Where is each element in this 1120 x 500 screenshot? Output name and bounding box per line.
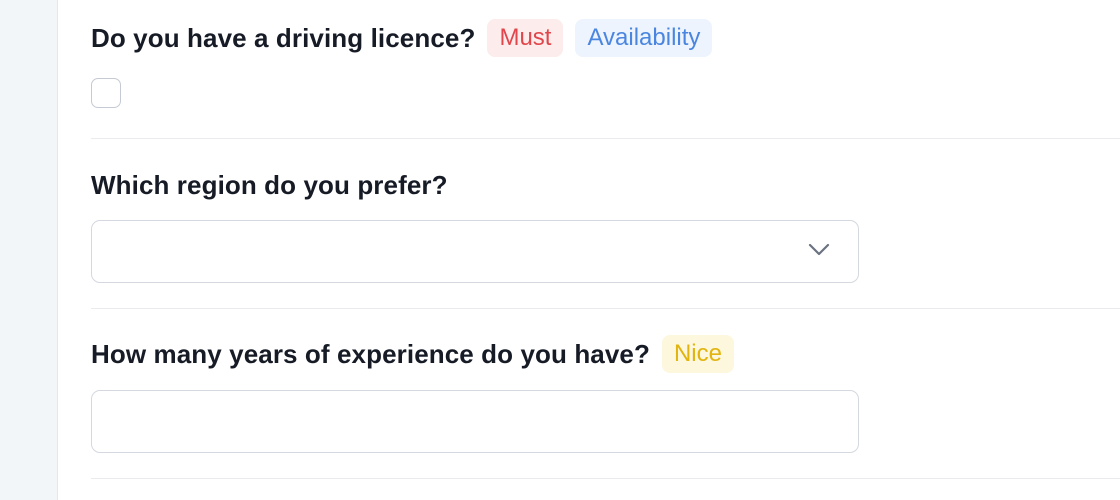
question-region: Which region do you prefer? (91, 165, 1120, 205)
chevron-down-icon (808, 243, 830, 256)
region-select[interactable] (91, 220, 859, 283)
divider (91, 308, 1120, 309)
driving-licence-checkbox[interactable] (91, 78, 121, 108)
questionnaire-form: Do you have a driving licence? Must Avai… (91, 0, 1120, 500)
question-title: Which region do you prefer? (91, 169, 448, 200)
tag-nice: Nice (661, 335, 734, 373)
question-title-row: Do you have a driving licence? Must Avai… (91, 18, 1120, 58)
question-title-row: Which region do you prefer? (91, 165, 1120, 205)
question-title: How many years of experience do you have… (91, 338, 650, 369)
tag-availability: Availability (575, 19, 713, 57)
experience-years-input[interactable] (91, 390, 859, 453)
question-title-row: How many years of experience do you have… (91, 334, 1120, 374)
divider (91, 478, 1120, 479)
divider (91, 138, 1120, 139)
tag-must: Must (487, 19, 564, 57)
question-experience: How many years of experience do you have… (91, 334, 1120, 374)
sidebar-strip (0, 0, 58, 500)
question-title: Do you have a driving licence? (91, 22, 476, 53)
question-driving-licence: Do you have a driving licence? Must Avai… (91, 18, 1120, 58)
